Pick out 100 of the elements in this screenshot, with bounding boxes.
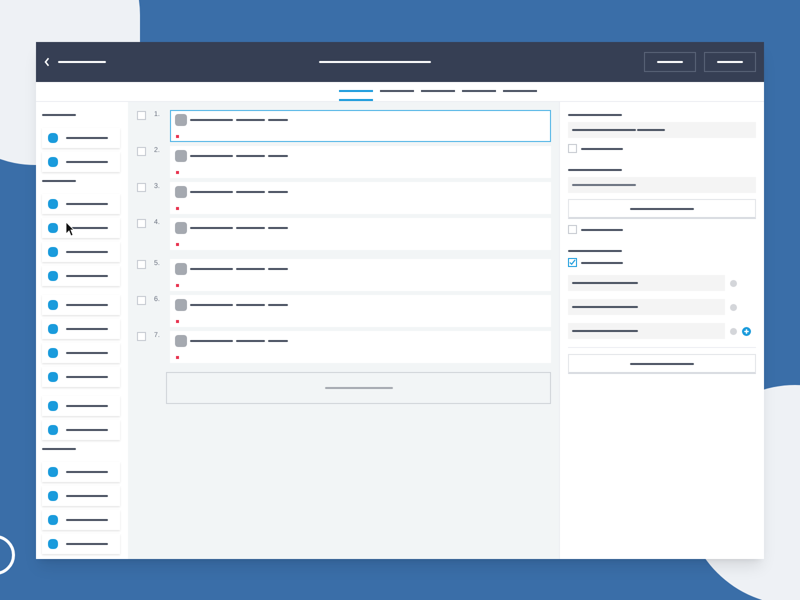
- sidebar-item[interactable]: [42, 462, 120, 482]
- text-line: [236, 304, 265, 306]
- text-line: [268, 155, 288, 157]
- header-button[interactable]: [644, 52, 696, 72]
- checkbox[interactable]: [137, 111, 146, 120]
- text-line: [268, 340, 288, 342]
- text-line: [66, 328, 108, 330]
- text-line: [236, 227, 265, 229]
- checkbox[interactable]: [137, 183, 146, 192]
- checkbox[interactable]: [568, 258, 577, 267]
- avatar-icon: [175, 150, 187, 162]
- text-line: [190, 155, 233, 157]
- text-line: [572, 306, 638, 308]
- text-line: [66, 376, 108, 378]
- text-line: [236, 155, 265, 157]
- sidebar-item[interactable]: [42, 343, 120, 363]
- text-line: [236, 268, 265, 270]
- text-line: [190, 119, 233, 121]
- avatar-icon: [175, 114, 187, 126]
- text-line: [268, 268, 288, 270]
- text-line: [66, 304, 108, 306]
- sidebar-item[interactable]: [42, 486, 120, 506]
- text-line: [581, 262, 623, 264]
- text-line: [66, 275, 108, 277]
- text-line: [568, 250, 622, 252]
- text-line: [236, 340, 265, 342]
- text-line: [572, 330, 638, 332]
- sidebar-item[interactable]: [42, 396, 120, 416]
- text-line: [66, 203, 108, 205]
- text-line: [66, 161, 108, 163]
- sidebar-item[interactable]: [42, 128, 120, 148]
- checkbox[interactable]: [568, 144, 577, 153]
- avatar-icon: [175, 186, 187, 198]
- avatar-icon: [175, 335, 187, 347]
- input-field[interactable]: [568, 299, 725, 315]
- input-field[interactable]: [568, 122, 756, 138]
- sidebar-item[interactable]: [42, 194, 120, 214]
- text-line: [66, 543, 108, 545]
- text-line: [66, 352, 108, 354]
- text-line: [66, 519, 108, 521]
- cursor-icon: [65, 221, 75, 237]
- text-line: [42, 114, 76, 116]
- text-line: [268, 191, 288, 193]
- header-button[interactable]: [704, 52, 756, 72]
- checkbox[interactable]: [137, 147, 146, 156]
- text-line: [268, 227, 288, 229]
- sidebar-item[interactable]: [42, 319, 120, 339]
- checkbox[interactable]: [137, 219, 146, 228]
- text-line: [66, 251, 108, 253]
- text-line: [190, 191, 233, 193]
- text-line: [42, 180, 76, 182]
- sidebar-item[interactable]: [42, 242, 120, 262]
- text-line: [190, 340, 233, 342]
- flag-icon: [176, 171, 179, 174]
- input-field[interactable]: [568, 323, 725, 339]
- text-line: [572, 184, 636, 186]
- avatar-icon: [175, 299, 187, 311]
- text-line: [236, 191, 265, 193]
- text-line: [568, 114, 622, 116]
- text-line: [66, 137, 108, 139]
- back-icon[interactable]: [44, 57, 50, 67]
- checkbox[interactable]: [568, 225, 577, 234]
- sidebar-item[interactable]: [42, 420, 120, 440]
- text-line: [66, 495, 108, 497]
- sidebar-item[interactable]: [42, 510, 120, 530]
- sidebar-item[interactable]: [42, 295, 120, 315]
- input-field[interactable]: [568, 275, 725, 291]
- add-icon[interactable]: [742, 326, 751, 336]
- sidebar-item[interactable]: [42, 534, 120, 554]
- panel-button[interactable]: [568, 199, 756, 219]
- panel-button[interactable]: [568, 354, 756, 374]
- text-line: [572, 282, 638, 284]
- flag-icon: [176, 320, 179, 323]
- flag-icon: [176, 284, 179, 287]
- text-line: [236, 119, 265, 121]
- sidebar-item[interactable]: [42, 367, 120, 387]
- text-line: [581, 148, 623, 150]
- text-line: [190, 268, 233, 270]
- text-line: [66, 471, 108, 473]
- text-line: [630, 208, 694, 210]
- input-field[interactable]: [568, 177, 756, 193]
- checkbox[interactable]: [137, 260, 146, 269]
- avatar-icon: [175, 263, 187, 275]
- text-line: [42, 448, 76, 450]
- checkbox[interactable]: [137, 296, 146, 305]
- text-line: [268, 119, 288, 121]
- text-line: [324, 387, 392, 389]
- text-line: [657, 61, 683, 63]
- flag-icon: [176, 243, 179, 246]
- checkbox[interactable]: [137, 332, 146, 341]
- sidebar-item[interactable]: [42, 218, 120, 238]
- flag-icon: [176, 356, 179, 359]
- sidebar-item[interactable]: [42, 152, 120, 172]
- avatar-icon: [175, 222, 187, 234]
- text-line: [630, 362, 694, 364]
- sidebar-item[interactable]: [42, 266, 120, 286]
- text-line: [66, 429, 108, 431]
- text-line: [568, 169, 622, 171]
- text-line: [268, 304, 288, 306]
- text-line: [717, 61, 743, 63]
